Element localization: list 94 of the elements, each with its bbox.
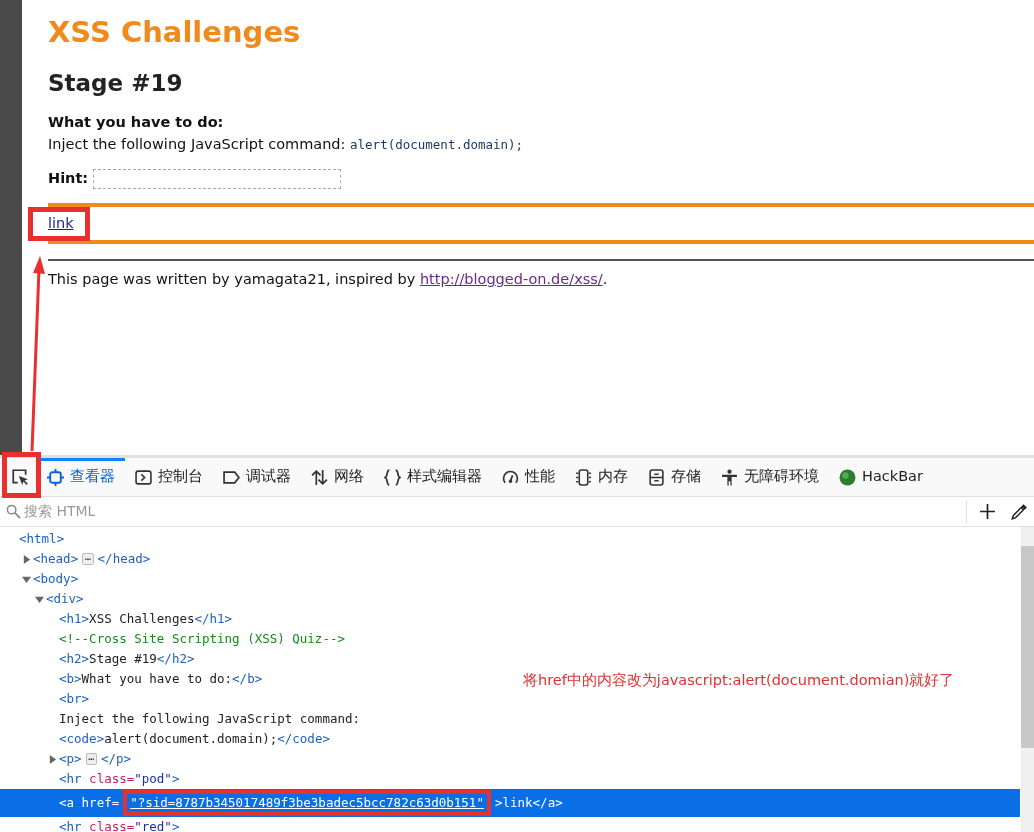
task-text: Inject the following JavaScript command: — [48, 135, 346, 152]
markup-token: XSS Challenges — [89, 609, 195, 628]
devtools-tab[interactable]: 性能 — [492, 458, 565, 496]
ellipsis-badge[interactable]: ⋯ — [85, 753, 97, 765]
tag-shape-icon — [223, 468, 240, 486]
markup-row[interactable]: <b>What you have to do:</b> — [0, 669, 263, 689]
curly-braces-icon — [384, 468, 401, 486]
markup-row[interactable]: Inject the following JavaScript command: — [0, 709, 361, 729]
markup-token: href= — [81, 793, 120, 812]
markup-row[interactable]: <hr class="red"> — [0, 817, 180, 832]
expanded-triangle-icon[interactable] — [35, 594, 44, 604]
markup-token: </a> — [532, 793, 563, 812]
markup-token: <code> — [59, 729, 105, 748]
highlight-frame — [2, 452, 41, 498]
devtools-tab[interactable]: HackBar — [829, 458, 933, 496]
markup-token: What you have to do: — [81, 669, 233, 688]
markup-token: "?sid=8787b345017489f3be3badec5bcc782c63d0b151" — [123, 790, 491, 816]
markup-token: <b> — [59, 669, 82, 688]
markup-row[interactable]: <a href= "?sid=8787b345017489f3be3badec5bcc782c63d0b151" >link</a> — [0, 789, 1020, 817]
search-icon — [6, 504, 21, 519]
markup-token: <h1> — [59, 609, 90, 628]
task-code: alert(document.domain); — [350, 136, 524, 152]
markup-token: > — [171, 769, 180, 788]
page-title: XSS Challenges — [48, 14, 302, 50]
devtools-tab[interactable]: 无障碍环境 — [711, 458, 829, 496]
highlight-frame — [28, 207, 90, 241]
markup-token: alert(document.domain); — [104, 729, 278, 748]
gauge-icon — [502, 468, 519, 486]
plus-icon[interactable] — [979, 503, 996, 520]
markup-token: </p> — [101, 749, 132, 768]
ellipsis-badge[interactable]: ⋯ — [82, 553, 94, 565]
console-icon — [135, 468, 152, 486]
markup-token: </code> — [277, 729, 330, 748]
markup-row[interactable]: <p> ⋯ </p> — [0, 749, 132, 769]
markup-token: <html> — [19, 529, 65, 548]
markup-token: Inject the following JavaScript command: — [59, 709, 361, 728]
markup-token: <!--Cross Site Scripting (XSS) Quiz--> — [59, 629, 345, 648]
up-down-arrows-icon — [311, 468, 328, 486]
devtools-tab[interactable]: 样式编辑器 — [374, 458, 492, 496]
task-label: What you have to do: — [48, 114, 224, 130]
markup-token: </head> — [97, 549, 151, 568]
expanded-triangle-icon[interactable] — [22, 574, 31, 584]
devtools-tab[interactable]: 网络 — [301, 458, 374, 496]
devtools-tab[interactable]: 调试器 — [213, 458, 301, 496]
markup-row[interactable]: <body> — [0, 569, 79, 589]
markup-token: "pod" — [134, 769, 172, 788]
footer-period: . — [602, 271, 608, 288]
footer-link[interactable]: http://blogged-on.de/xss/ — [419, 271, 603, 288]
markup-token: <p> — [59, 749, 82, 768]
devtools-tab[interactable]: 查看器 — [37, 458, 125, 496]
markup-row[interactable]: <h2>Stage #19</h2> — [0, 649, 195, 669]
markup-token: > — [494, 793, 503, 812]
markup-row[interactable]: <div> — [0, 589, 84, 609]
markup-token: </h1> — [194, 609, 233, 628]
markup-token: class= — [89, 769, 135, 788]
scrollbar-thumb[interactable] — [1021, 546, 1034, 748]
markup-token: <hr — [59, 817, 83, 832]
footer-text: This page was written by yamagata21, inspired by — [48, 271, 416, 288]
markup-token: Stage #19 — [89, 649, 157, 668]
devtools-tab[interactable]: 内存 — [565, 458, 638, 496]
person-icon — [721, 468, 738, 486]
cabinet-icon — [648, 468, 665, 486]
stage-heading: Stage #19 — [48, 69, 184, 98]
devtools-tab[interactable]: 控制台 — [125, 458, 213, 496]
markup-token: <h2> — [59, 649, 90, 668]
ball-icon — [839, 468, 856, 486]
markup-token: link — [502, 793, 533, 812]
markup-token: <body> — [33, 569, 79, 588]
markup-row[interactable]: <!--Cross Site Scripting (XSS) Quiz--> — [0, 629, 345, 649]
markup-token: </b> — [232, 669, 263, 688]
markup-token: "red" — [134, 817, 172, 832]
markup-token: <div> — [46, 589, 84, 608]
markup-token: <head> — [33, 549, 79, 568]
collapsed-triangle-icon[interactable] — [48, 754, 57, 764]
markup-token: <br> — [59, 689, 90, 708]
markup-token: <a — [59, 793, 76, 812]
markup-token: class= — [89, 817, 135, 832]
markup-row[interactable]: <br> — [0, 689, 90, 709]
markup-row[interactable]: <code>alert(document.domain);</code> — [0, 729, 330, 749]
chip-icon — [575, 468, 592, 486]
annotation-text: 将href中的内容改为javascript:alert(document.domian)就好了 — [523, 671, 955, 690]
markup-row[interactable]: <head> ⋯ </head> — [0, 549, 151, 569]
markup-row[interactable]: <hr class="pod"> — [0, 769, 180, 789]
pick-icon — [11, 468, 29, 486]
link[interactable]: link — [48, 212, 74, 235]
markup-token: <hr — [59, 769, 83, 788]
collapsed-triangle-icon[interactable] — [22, 554, 31, 564]
markup-row[interactable]: <html> — [0, 529, 65, 549]
inspector-icon — [47, 468, 64, 486]
markup-token: </h2> — [156, 649, 195, 668]
markup-row[interactable]: <h1>XSS Challenges</h1> — [0, 609, 233, 629]
devtools-tab[interactable]: 存储 — [638, 458, 711, 496]
markup-token: > — [171, 817, 180, 832]
hint-label: Hint: — [48, 169, 89, 186]
